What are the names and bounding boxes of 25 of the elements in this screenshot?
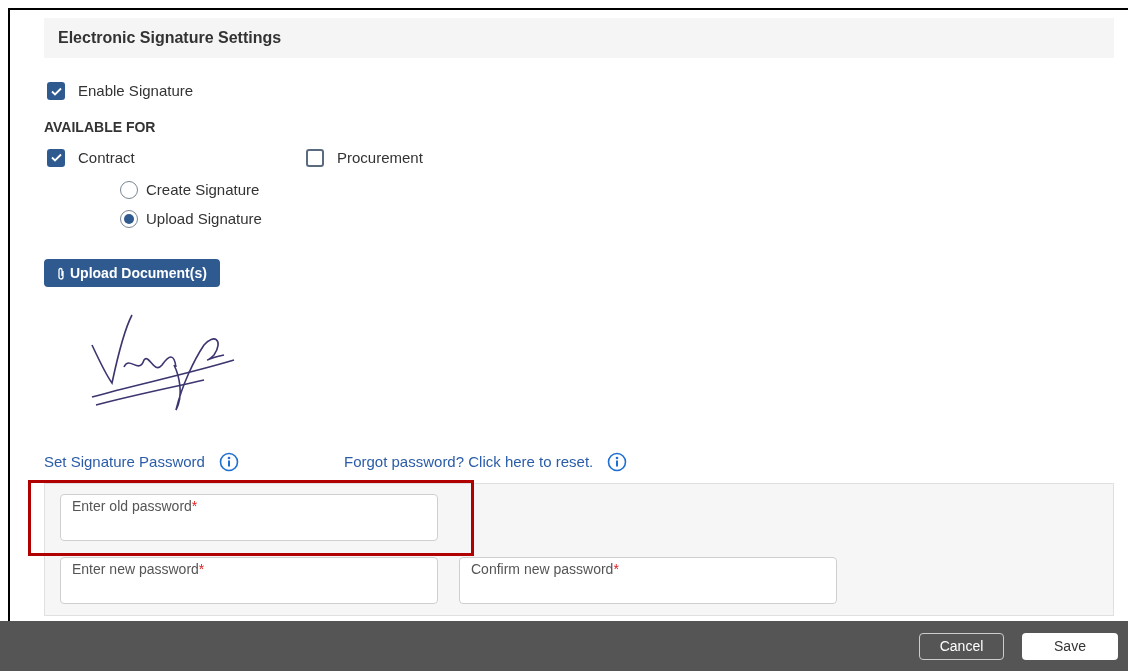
checkbox[interactable] xyxy=(47,82,65,101)
paperclip-icon xyxy=(57,266,65,280)
text-link[interactable]: Forgot password? Click here to reset. xyxy=(344,451,594,474)
text-link[interactable]: Set Signature Password xyxy=(44,451,205,474)
checkbox[interactable] xyxy=(47,148,65,167)
radio-button[interactable] xyxy=(120,181,138,200)
checkbox[interactable] xyxy=(306,148,324,167)
info-icon[interactable] xyxy=(607,452,628,473)
checkbox-label: Procurement xyxy=(337,147,423,168)
save-button[interactable]: Save xyxy=(1022,632,1118,660)
section-heading: AVAILABLE FOR xyxy=(44,117,156,137)
info-icon[interactable] xyxy=(218,452,239,473)
radio-label: Create Signature xyxy=(146,180,260,200)
checkbox-label: Enable Signature xyxy=(78,81,194,101)
password-field[interactable]: Enter new password* xyxy=(60,556,438,604)
section-title: Electronic Signature Settings xyxy=(58,28,282,48)
password-field[interactable]: Confirm new password* xyxy=(459,556,837,604)
radio-button[interactable] xyxy=(120,209,138,228)
radio-label: Upload Signature xyxy=(146,208,262,229)
upload-button[interactable]: Upload Document(s) xyxy=(44,259,220,287)
checkbox-label: Contract xyxy=(78,147,135,168)
check-icon xyxy=(50,153,62,163)
check-icon xyxy=(50,86,62,96)
password-field[interactable]: Enter old password* xyxy=(60,493,438,541)
cancel-button[interactable]: Cancel xyxy=(919,632,1004,660)
